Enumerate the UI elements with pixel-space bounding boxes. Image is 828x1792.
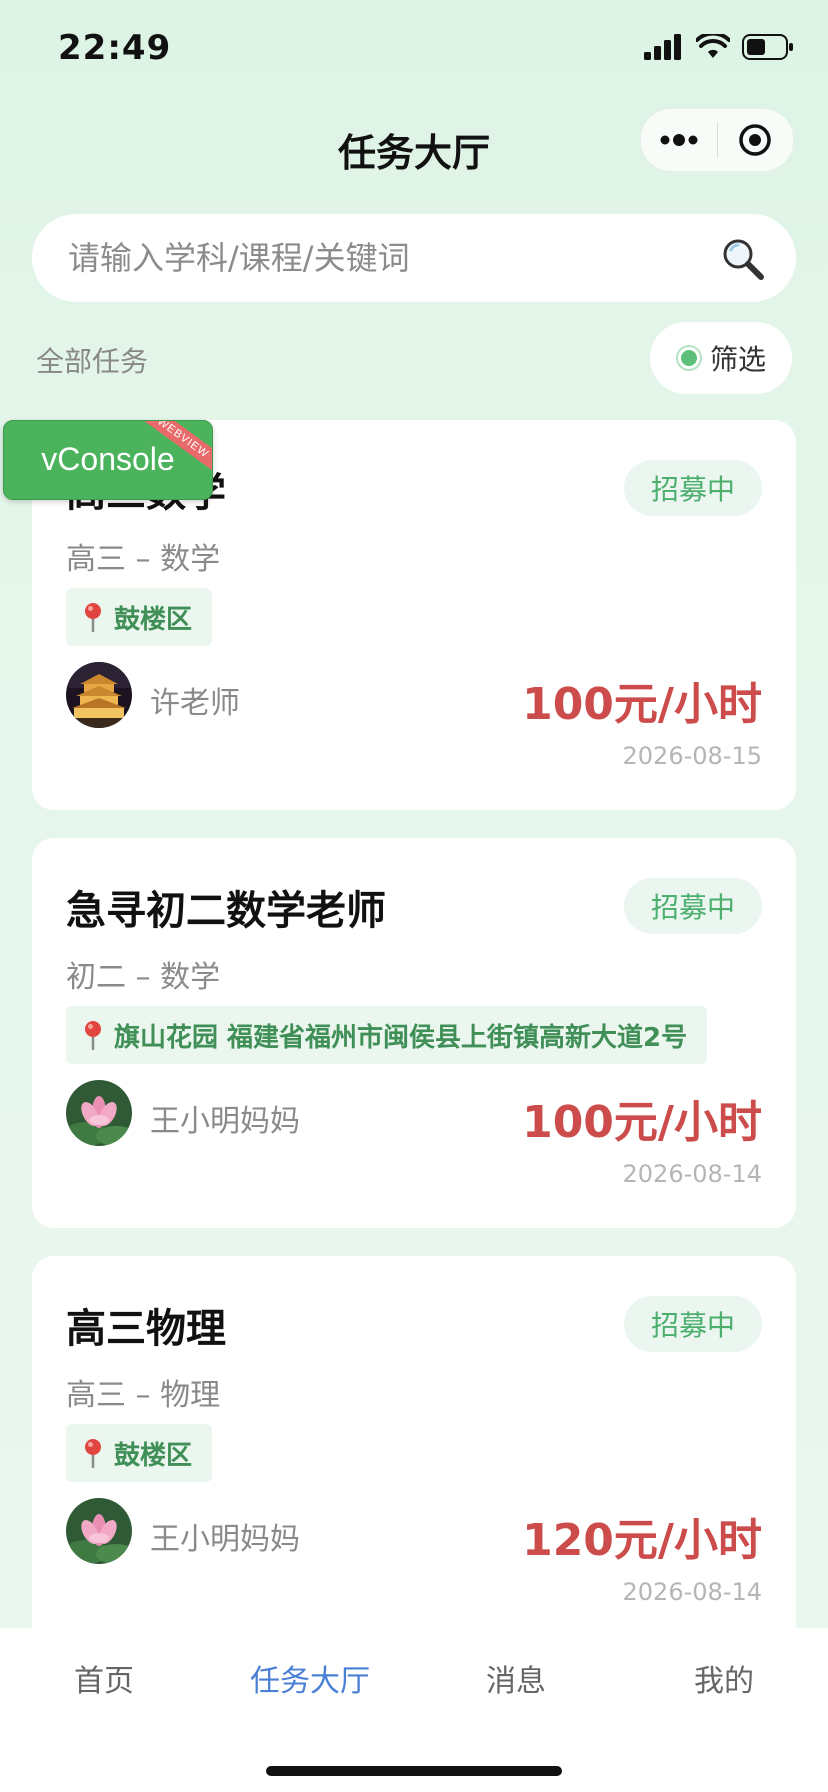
vconsole-label: vConsole: [41, 441, 175, 477]
author-name: 许老师: [150, 686, 240, 721]
pavilion-night-avatar: [66, 662, 132, 728]
task-card[interactable]: 高三物理 招募中 高三 – 物理 鼓楼区 王小明妈妈 120元/小时 2026-…: [32, 1256, 796, 1646]
task-card[interactable]: 急寻初二数学老师 招募中 初二 – 数学 旗山花园 福建省福州市闽侯县上街镇高新…: [32, 838, 796, 1228]
author-name: 王小明妈妈: [150, 1104, 300, 1139]
task-grade-subject: 高三 – 数学: [66, 542, 221, 577]
status-icons: [644, 34, 794, 60]
location-pin-icon: [85, 1021, 101, 1050]
avatar: [66, 1080, 132, 1146]
tab-messages[interactable]: 消息: [486, 1656, 546, 1700]
lotus-avatar: [66, 1080, 132, 1146]
price: 100元/小时: [522, 1097, 762, 1148]
radio-dot-icon: [675, 345, 702, 371]
status-badge: 招募中: [624, 878, 762, 934]
location-tag: 鼓楼区: [66, 588, 213, 646]
task-grade-subject: 初二 – 数学: [66, 960, 221, 995]
close-target-icon: [739, 124, 771, 156]
tab-bar: 首页 任务大厅 消息 我的: [0, 1628, 828, 1792]
author-name: 王小明妈妈: [150, 1522, 300, 1557]
all-tasks-label: 全部任务: [36, 345, 149, 378]
post-date: 2026-08-15: [622, 742, 762, 770]
search-icon[interactable]: [720, 236, 766, 282]
location-pin-icon: [85, 603, 101, 632]
task-title: 高三物理: [66, 1306, 226, 1352]
task-grade-subject: 高三 – 物理: [66, 1378, 221, 1413]
nav-bar: 任务大厅: [0, 100, 828, 190]
search-input[interactable]: [66, 238, 690, 278]
vconsole-button[interactable]: WEBVIEW vConsole: [3, 420, 213, 500]
signal-icon: [644, 34, 681, 60]
status-badge: 招募中: [624, 1296, 762, 1352]
location-tag: 鼓楼区: [66, 1424, 213, 1482]
task-title: 急寻初二数学老师: [66, 888, 386, 934]
avatar: [66, 1498, 132, 1564]
wifi-icon: [696, 34, 730, 58]
close-mini-program-button[interactable]: [718, 109, 794, 171]
avatar: [66, 662, 132, 728]
battery-icon: [742, 34, 793, 60]
search-bar: [32, 214, 796, 302]
mini-program-capsule: [640, 108, 794, 172]
post-date: 2026-08-14: [622, 1160, 762, 1188]
more-button[interactable]: [641, 109, 717, 171]
status-bar: 22:49: [0, 0, 828, 100]
location-text: 鼓楼区: [114, 604, 193, 635]
location-text: 旗山花园 福建省福州市闽侯县上街镇高新大道2号: [114, 1022, 688, 1053]
tab-task-hall[interactable]: 任务大厅: [250, 1656, 370, 1700]
status-badge: 招募中: [624, 460, 762, 516]
post-date: 2026-08-14: [622, 1578, 762, 1606]
price: 120元/小时: [522, 1515, 762, 1566]
more-icon: [660, 134, 698, 146]
status-time: 22:49: [58, 28, 172, 68]
location-text: 鼓楼区: [114, 1440, 193, 1471]
location-tag: 旗山花园 福建省福州市闽侯县上街镇高新大道2号: [66, 1006, 708, 1064]
tab-mine[interactable]: 我的: [694, 1656, 754, 1700]
filter-button[interactable]: 筛选: [650, 322, 792, 394]
tab-home[interactable]: 首页: [74, 1656, 134, 1700]
home-indicator: [266, 1766, 562, 1776]
filter-row: 全部任务 筛选: [0, 320, 828, 396]
filter-button-label: 筛选: [709, 343, 766, 376]
price: 100元/小时: [522, 679, 762, 730]
lotus-avatar: [66, 1498, 132, 1564]
location-pin-icon: [85, 1439, 101, 1468]
